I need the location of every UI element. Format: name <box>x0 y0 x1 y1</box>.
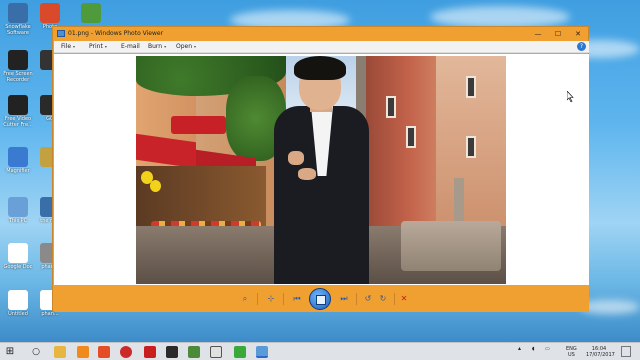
wallpaper-cloud <box>580 300 640 314</box>
file-explorer-icon[interactable] <box>54 346 66 358</box>
app-icon[interactable] <box>166 346 178 358</box>
desktop-icon-image <box>8 3 28 23</box>
desktop-icon-image <box>8 95 28 115</box>
menu-file-label: File <box>61 43 72 50</box>
photo-window <box>386 96 396 118</box>
clock-date: 17/07/2017 <box>586 352 615 358</box>
chrome-icon[interactable] <box>98 346 110 358</box>
rotate-clockwise-icon[interactable]: ↻ <box>376 293 390 305</box>
desktop-icon-label: Free Screen Recorder <box>3 71 33 83</box>
photo-window <box>466 136 476 158</box>
photo-viewer-taskbar-icon[interactable] <box>256 346 268 358</box>
chevron-down-icon: ▾ <box>164 44 167 49</box>
rotate-counterclockwise-icon[interactable]: ↺ <box>361 293 375 305</box>
image-viewport[interactable] <box>54 54 589 285</box>
start-button[interactable]: ⊞ <box>4 346 16 358</box>
desktop-icon-image <box>40 3 60 23</box>
photo-viewer-window[interactable]: 01.png - Windows Photo Viewer — ☐ ✕ File… <box>52 26 589 312</box>
viewer-toolbar: ⌕ ⊹ ⏮ ⏭ ↺ ↻ ✕ <box>54 285 589 312</box>
menu-email-label: E-mail <box>121 43 140 50</box>
search-icon[interactable]: ○ <box>30 346 42 358</box>
desktop-icon-label: Magnifier <box>6 168 30 174</box>
menu-burn-label: Burn <box>148 43 163 50</box>
photo-fountain-pillar <box>454 178 464 226</box>
photo-person-hair <box>294 56 346 80</box>
clock[interactable]: 16:04 17/07/2017 <box>586 346 615 358</box>
language-indicator[interactable]: ENG US <box>566 346 577 358</box>
notifications-icon[interactable] <box>621 346 631 357</box>
desktop-icon-image <box>81 3 101 23</box>
menu-open-label: Open <box>176 43 193 50</box>
window-title: 01.png - Windows Photo Viewer <box>68 30 164 37</box>
menu-burn[interactable]: Burn ▾ <box>148 43 166 50</box>
network-icon[interactable]: ▴ <box>518 346 521 352</box>
minimize-button[interactable]: — <box>528 27 548 41</box>
app-icon[interactable] <box>234 346 246 358</box>
desktop-icon[interactable]: Magnifier <box>3 147 33 180</box>
chevron-down-icon: ▾ <box>73 44 76 49</box>
title-bar[interactable]: 01.png - Windows Photo Viewer — ☐ ✕ <box>53 27 588 41</box>
desktop-icon-image <box>8 50 28 70</box>
desktop-icon[interactable]: Untitled <box>3 290 33 323</box>
close-button[interactable]: ✕ <box>568 27 588 41</box>
photo-fountain <box>401 221 501 271</box>
actual-size-icon[interactable]: ⊹ <box>264 293 278 305</box>
photo-window <box>406 126 416 148</box>
toolbar-separator <box>283 293 284 305</box>
desktop-icon-label: This PC <box>8 218 28 224</box>
help-icon[interactable]: ? <box>577 42 586 51</box>
menu-file[interactable]: File ▾ <box>61 43 75 50</box>
photo-person-hand <box>298 168 316 180</box>
zoom-icon[interactable]: ⌕ <box>238 293 252 305</box>
displayed-photo <box>136 56 506 284</box>
toolbar-separator <box>356 293 357 305</box>
vlc-icon[interactable] <box>77 346 89 358</box>
desktop-icon-image <box>8 290 28 310</box>
desktop-icon[interactable]: Snowflake Software <box>3 3 33 36</box>
chevron-down-icon: ▾ <box>194 44 197 49</box>
speaker-icon[interactable]: ◖ <box>532 346 535 352</box>
desktop-icon[interactable]: Free Video Cutter Fre... <box>3 95 33 128</box>
desktop-icon-image <box>8 243 28 263</box>
slideshow-button[interactable] <box>309 288 331 310</box>
desktop-icon-label: Snowflake Software <box>5 24 31 36</box>
photo-viewer-app-icon <box>57 30 65 37</box>
wallpaper-cloud <box>430 6 570 28</box>
desktop-icon[interactable]: This PC <box>3 197 33 230</box>
desktop-icon-image <box>8 147 28 167</box>
toolbar-separator <box>394 293 395 305</box>
next-icon[interactable]: ⏭ <box>337 293 351 305</box>
desktop-icon-label: Untitled <box>8 311 28 317</box>
desktop-icon[interactable]: Free Screen Recorder <box>3 50 33 83</box>
photo-person-hand <box>288 151 304 165</box>
previous-icon[interactable]: ⏮ <box>290 293 304 305</box>
desktop-icon[interactable]: Google Doc <box>3 243 33 276</box>
menu-email[interactable]: E-mail <box>121 43 140 50</box>
menu-print[interactable]: Print ▾ <box>89 43 107 50</box>
photo-balloon <box>150 180 161 192</box>
chevron-down-icon: ▾ <box>104 44 107 49</box>
app-icon[interactable] <box>144 346 156 358</box>
desktop-icon-image <box>8 197 28 217</box>
desktop-icon-label: Free Video Cutter Fre... <box>3 116 33 128</box>
toolbar-separator <box>257 293 258 305</box>
mouse-cursor-icon <box>567 91 574 102</box>
menu-bar: File ▾ Print ▾ E-mail Burn ▾ Open ▾ ? <box>54 41 589 53</box>
opera-icon[interactable] <box>120 346 132 358</box>
desktop-icon-label: phan... <box>41 311 59 317</box>
app-icon[interactable] <box>188 346 200 358</box>
taskbar: ⊞ ○ ▴ ◖ ▭ ENG US 16:04 17/07/2017 <box>0 342 640 360</box>
menu-open[interactable]: Open ▾ <box>176 43 196 50</box>
battery-icon[interactable]: ▭ <box>545 346 550 352</box>
media-player-icon[interactable] <box>210 346 222 358</box>
menu-print-label: Print <box>89 43 103 50</box>
maximize-button[interactable]: ☐ <box>548 27 568 41</box>
desktop-icon-label: Google Doc <box>3 264 33 270</box>
photo-window <box>466 76 476 98</box>
delete-icon[interactable]: ✕ <box>397 293 411 305</box>
photo-shop-sign <box>171 116 226 134</box>
